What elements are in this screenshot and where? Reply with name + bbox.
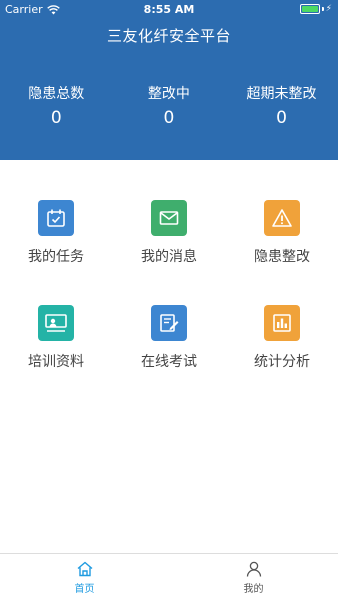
status-bar: Carrier 8:55 AM ⚡ [0,0,338,18]
stat-value: 0 [50,108,62,128]
envelope-icon [151,200,187,236]
menu-my-tasks[interactable]: 我的任务 [0,200,112,280]
status-time: 8:55 AM [143,3,195,16]
menu-label: 在线考试 [141,354,197,370]
warning-icon [264,200,300,236]
menu-training-materials[interactable]: 培训资料 [0,305,112,385]
menu-label: 我的任务 [28,249,84,265]
app-title: 三友化纤安全平台 [106,27,231,45]
header: Carrier 8:55 AM ⚡ 三友化纤安全平台 隐患总数 0 整改中 0 … [0,0,338,160]
stat-total-hazards[interactable]: 隐患总数 0 [0,83,113,128]
menu-hazard-rectification[interactable]: 隐患整改 [226,200,338,280]
menu-label: 培训资料 [28,354,84,370]
menu-label: 统计分析 [254,354,310,370]
stat-label: 整改中 [147,86,190,102]
stat-overdue[interactable]: 超期未整改 0 [225,83,338,128]
user-icon [246,561,261,577]
menu-online-exam[interactable]: 在线考试 [113,305,225,385]
menu-statistics[interactable]: 统计分析 [226,305,338,385]
edit-note-icon [151,305,187,341]
stat-in-rectification[interactable]: 整改中 0 [113,83,226,128]
stats-row: 隐患总数 0 整改中 0 超期未整改 0 [0,83,338,128]
stat-label: 超期未整改 [246,86,317,102]
menu-label: 隐患整改 [254,249,310,265]
bar-chart-icon [264,305,300,341]
stat-label: 隐患总数 [28,86,85,102]
tab-mine-label: 我的 [243,584,264,595]
presentation-icon [38,305,74,341]
tab-mine[interactable]: 我的 [169,554,338,600]
menu-label: 我的消息 [141,249,197,265]
stat-value: 0 [163,108,175,128]
home-icon [77,561,92,577]
charging-icon: ⚡ [325,4,332,14]
calendar-check-icon [38,200,74,236]
menu-my-messages[interactable]: 我的消息 [113,200,225,280]
battery-icon: ⚡ [299,4,332,14]
stat-value: 0 [276,108,287,128]
tab-bar: 首页 我的 [0,553,338,600]
tab-home[interactable]: 首页 [0,554,169,600]
tab-home-label: 首页 [74,584,95,595]
